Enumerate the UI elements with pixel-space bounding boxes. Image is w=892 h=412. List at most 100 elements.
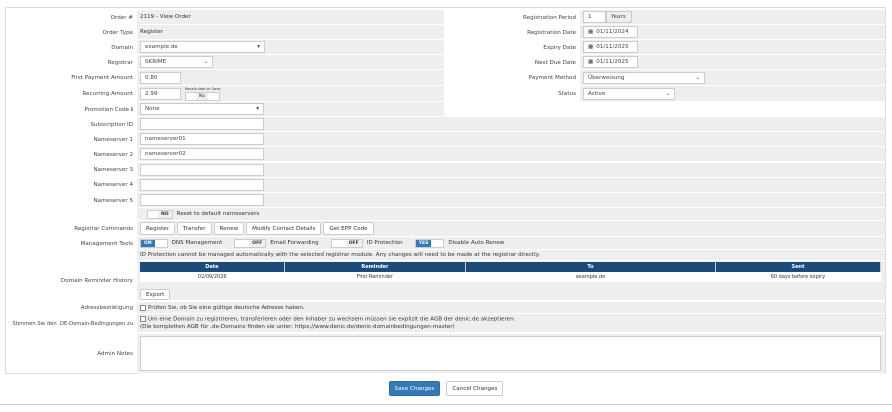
recurring-input[interactable]: 2.99	[140, 88, 181, 100]
promo-select[interactable]: None ▾	[140, 103, 264, 115]
row-registrar: RegistrarSKRIME⌄	[6, 55, 444, 70]
nameserver-input[interactable]	[140, 164, 264, 176]
row-reg-date: Registration Date▦01/11/2024	[447, 25, 885, 40]
row-id-notice: ID Protection cannot be managed automati…	[6, 250, 885, 261]
reset-ns-label: Reset to default nameservers	[177, 211, 260, 217]
label: Nameserver 2	[6, 152, 137, 158]
status-select[interactable]: Active⌄	[583, 88, 675, 100]
registrar-command-button[interactable]: Get EPP Code	[323, 222, 373, 235]
col-reminder: Reminder	[284, 262, 465, 272]
row-domain: Domainexample.de▾	[6, 40, 444, 55]
save-changes-button[interactable]: Save Changes	[389, 381, 441, 396]
label: Management Tools	[6, 241, 137, 247]
label: Nameserver 1	[6, 137, 137, 143]
cell: 02/09/2026	[140, 272, 284, 282]
row-nameserver: Nameserver 1nameserver01	[6, 132, 885, 147]
nameserver-input[interactable]	[140, 179, 264, 191]
recalculate-label: Recalculate on Save	[185, 87, 220, 91]
first-payment-input[interactable]: 0.80	[140, 72, 181, 84]
status-value: Active	[588, 91, 605, 97]
period-input[interactable]: 1	[583, 11, 606, 23]
domain-select[interactable]: example.de▾	[140, 41, 265, 53]
row-payment: Payment Method Überweisung ⌄	[447, 70, 885, 86]
expiry-date-input[interactable]: ▦01/11/2025	[583, 41, 638, 53]
recalculate-toggle[interactable]: No	[185, 92, 220, 101]
cell: 60 days before expiry	[716, 272, 881, 282]
row-nameserver: Nameserver 2nameserver02	[6, 147, 885, 162]
management-toggle[interactable]: ON	[140, 239, 168, 248]
row-nameserver: Nameserver 4	[6, 178, 885, 193]
info-icon[interactable]: ℹ	[131, 107, 133, 113]
row-order-type: Order TypeRegister	[6, 25, 444, 40]
due-date-input[interactable]: ▦01/11/2025	[583, 56, 638, 68]
date-value: 01/11/2024	[596, 29, 628, 35]
domain-value: example.de	[145, 44, 178, 50]
label: Registration Date	[447, 30, 580, 36]
row-admin-notes: Admin Notes	[6, 334, 885, 374]
period-unit: Years	[606, 11, 632, 23]
payment-value: Überweisung	[588, 75, 625, 81]
calendar-icon: ▦	[588, 44, 593, 50]
col-sent: Sent	[716, 262, 881, 272]
label: Order #	[6, 15, 137, 21]
order-number: 2119 - View Order	[137, 10, 444, 25]
management-toggle[interactable]: YES	[415, 239, 445, 248]
row-due: Next Due Date▦01/11/2025	[447, 55, 885, 70]
nameserver-input[interactable]: nameserver01	[140, 133, 264, 145]
row-order: Order #2119 - View Order	[6, 10, 444, 25]
row-recurring: Recurring Amount2.99 Recalculate on SaveN…	[6, 86, 444, 102]
registrar-command-button[interactable]: Modify Contact Details	[246, 222, 321, 235]
divider	[0, 404, 892, 405]
row-registrar-commands: Registrar CommandsRegisterTransferRenewM…	[6, 221, 885, 237]
cancel-changes-button[interactable]: Cancel Changes	[446, 381, 503, 396]
row-period: Registration Period1Years	[447, 10, 885, 25]
export-button[interactable]: Export	[140, 289, 170, 300]
payment-method-select[interactable]: Überweisung ⌄	[583, 72, 705, 84]
caret-down-icon: ▾	[256, 106, 259, 112]
col-date: Date	[140, 262, 284, 272]
label: Stimmen Sie den .DE-Domain-Bedingungen z…	[6, 321, 137, 327]
adress-text: Prüfen Sie, ob Sie eine gültige deutsche…	[148, 305, 305, 311]
id-protection-notice: ID Protection cannot be managed automati…	[137, 250, 885, 261]
denic-checkbox[interactable]	[140, 316, 146, 322]
registrar-command-button[interactable]: Transfer	[177, 222, 212, 235]
row-denic: Stimmen Sie den .DE-Domain-Bedingungen z…	[6, 314, 885, 333]
reminder-table: DateReminderToSent 02/09/2026First Remin…	[140, 262, 881, 282]
table-row: 02/09/2026First Reminderexample.de60 day…	[140, 272, 881, 282]
management-toggle[interactable]: OFF	[234, 239, 266, 248]
toggle-state: OFF	[346, 240, 362, 247]
col-to: To	[466, 262, 716, 272]
label: Status	[447, 91, 580, 97]
toggle-state: ON	[141, 240, 155, 247]
reset-ns-toggle[interactable]: NO	[147, 210, 173, 219]
nameserver-input[interactable]: nameserver02	[140, 148, 264, 160]
management-toggle[interactable]: OFF	[331, 239, 363, 248]
order-form: Order #2119 - View Order Order TypeRegis…	[5, 7, 886, 374]
registrar-select[interactable]: SKRIME⌄	[140, 56, 213, 68]
label: Recurring Amount	[6, 91, 137, 97]
date-value: 01/11/2025	[596, 44, 628, 50]
nameserver-input[interactable]	[140, 194, 264, 206]
label: Registrar Commands	[6, 226, 137, 232]
chevron-down-icon: ⌄	[695, 75, 700, 81]
label: Promotion Code ℹ	[6, 107, 137, 113]
label: Domain Reminder History	[6, 278, 137, 284]
promo-value: None	[145, 106, 160, 112]
label: Registrar	[6, 60, 137, 66]
subscription-id-input[interactable]	[140, 118, 264, 130]
toggle-state: NO	[158, 211, 172, 218]
registrar-command-button[interactable]: Renew	[214, 222, 245, 235]
label: Nameserver 4	[6, 182, 137, 188]
admin-notes-textarea[interactable]	[140, 336, 881, 371]
denic-link-text: (Die kompletten AGB für .de-Domains find…	[140, 324, 455, 330]
row-first-payment: First Payment Amount0.80	[6, 70, 444, 86]
adress-checkbox[interactable]	[140, 305, 146, 311]
calendar-icon: ▦	[588, 59, 593, 65]
row-adress: AdressbestätigungPrüfen Sie, ob Sie eine…	[6, 302, 885, 314]
tool-label: DNS Management	[172, 240, 223, 246]
label: Subscription ID	[6, 122, 137, 128]
label: Payment Method	[447, 75, 580, 81]
registrar-command-button[interactable]: Register	[140, 222, 175, 235]
reg-date-input[interactable]: ▦01/11/2024	[583, 26, 638, 38]
denic-text: Um eine Domain zu registrieren, transfer…	[148, 317, 515, 323]
